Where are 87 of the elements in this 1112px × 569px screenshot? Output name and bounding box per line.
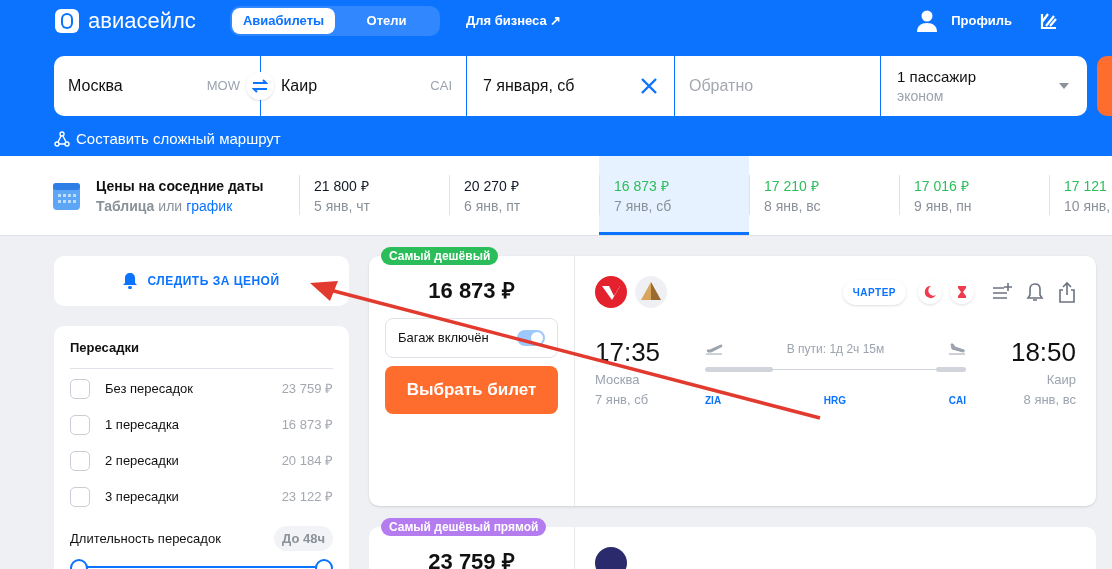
chart-link[interactable]: график: [186, 195, 233, 216]
stop-option: Без пересадок: [105, 378, 193, 399]
separator-text: или: [158, 196, 183, 216]
share-icon[interactable]: [1058, 281, 1076, 303]
date-label: 5 янв, чт: [314, 196, 371, 216]
complex-route-link[interactable]: Составить сложный маршрут: [76, 128, 281, 151]
option-price: 23 759 ₽: [281, 379, 333, 398]
scribble-icon[interactable]: [1040, 12, 1058, 30]
calendar-icon: [53, 181, 80, 210]
business-link[interactable]: Для бизнеса ↗: [466, 11, 562, 31]
date-price-cell[interactable]: 17 121 10 янв,: [1049, 156, 1112, 235]
ticket-price: 16 873 ₽: [427, 277, 516, 305]
date-price: 16 873 ₽: [614, 176, 670, 196]
airport-code: CAI: [430, 77, 452, 96]
date-label: 7 янв, сб: [614, 196, 673, 216]
ticket-price: 23 759 ₽: [427, 548, 516, 569]
ticket-badge: Самый дешёвый прямой: [381, 518, 547, 536]
date-price: 17 016 ₽: [914, 176, 970, 196]
stop-option: 2 пересадки: [105, 450, 179, 471]
departure-date: 7 янв, сб: [595, 390, 650, 409]
arrival-time: 18:50: [1010, 336, 1076, 368]
filter-title: Пересадки: [70, 338, 333, 369]
airport-code: CAI: [948, 394, 966, 408]
takeoff-icon: [705, 343, 723, 355]
stop-option: 1 пересадка: [105, 414, 180, 435]
date-label: 8 янв, вс: [764, 196, 822, 216]
date-field[interactable]: 7 января, сб: [467, 56, 674, 116]
checkbox[interactable]: [70, 414, 90, 435]
date-price: 20 270 ₽: [464, 176, 520, 196]
duration-value: До 48ч: [274, 525, 333, 552]
passengers-field[interactable]: 1 пассажир эконом: [881, 56, 1087, 116]
pyramid-logo-icon: [635, 276, 667, 308]
airport-code: MOW: [206, 77, 240, 96]
date-label: 6 янв, пт: [464, 196, 522, 216]
stop-option: 3 пересадки: [105, 486, 179, 507]
option-price: 16 873 ₽: [281, 415, 333, 434]
airport-code: ZIA: [705, 394, 722, 408]
bell-icon[interactable]: [1026, 282, 1044, 302]
option-price: 20 184 ₽: [281, 451, 333, 470]
date-price-cell[interactable]: 21 800 ₽ 5 янв, чт: [299, 156, 449, 235]
bell-icon: [123, 273, 138, 289]
date-label: 10 янв,: [1064, 196, 1112, 216]
airport-code: HRG: [823, 394, 847, 408]
dropdown-caret-icon: [1059, 83, 1069, 89]
nav-tab[interactable]: Авиабилеты: [232, 8, 335, 34]
ticket-badge: Самый дешёвый: [381, 247, 499, 265]
section-title: Цены на соседние даты: [96, 176, 264, 196]
option-price: 23 122 ₽: [281, 487, 333, 506]
departure-city: Москва: [595, 371, 641, 389]
date-price-cell[interactable]: 17 016 ₽ 9 янв, пн: [899, 156, 1049, 235]
date-price: 17 210 ₽: [764, 176, 820, 196]
airline-logo-icon: [595, 276, 627, 308]
user-icon[interactable]: [917, 10, 938, 32]
checkbox[interactable]: [70, 450, 90, 471]
arrival-city: Каир: [1046, 371, 1076, 389]
route-icon: [54, 131, 70, 148]
follow-price-button[interactable]: СЛЕДИТЬ ЗА ЦЕНОЙ: [54, 256, 349, 306]
origin-field[interactable]: Москва MOW: [54, 56, 260, 116]
logo-text: авиасейлс: [88, 10, 196, 32]
close-icon[interactable]: [640, 77, 658, 95]
logo-icon[interactable]: [54, 8, 80, 34]
destination-field[interactable]: Каир CAI: [261, 56, 466, 116]
checkbox[interactable]: [70, 378, 90, 399]
landing-icon: [948, 343, 966, 355]
date-price: 17 121: [1064, 176, 1108, 196]
date-price-cell[interactable]: 17 210 ₽ 8 янв, вс: [749, 156, 899, 235]
nav-tab[interactable]: Отели: [335, 8, 438, 34]
date-label: 9 янв, пн: [914, 196, 973, 216]
table-link[interactable]: Таблица: [96, 195, 155, 216]
charter-tag: ЧАРТЕР: [842, 279, 906, 305]
hourglass-icon: [950, 280, 974, 304]
compare-list-icon[interactable]: [992, 282, 1012, 302]
return-date-field[interactable]: Обратно: [675, 56, 880, 116]
swap-icon: [252, 79, 268, 93]
select-ticket-button[interactable]: Выбрать билет: [385, 366, 558, 414]
moon-icon: [918, 280, 942, 304]
date-price-cell[interactable]: 20 270 ₽ 6 янв, пт: [449, 156, 599, 235]
arrival-date: 8 янв, вс: [1023, 390, 1076, 409]
departure-time: 17:35: [595, 336, 662, 368]
date-price-cell[interactable]: 16 873 ₽ 7 янв, сб: [599, 156, 749, 235]
duration-label: Длительность пересадок: [70, 529, 221, 548]
travel-duration: В пути: 1д 2ч 15м: [785, 341, 886, 358]
baggage-toggle[interactable]: Багаж включён: [385, 318, 558, 358]
profile-link[interactable]: Профиль: [951, 11, 1012, 31]
date-price: 21 800 ₽: [314, 176, 370, 196]
checkbox[interactable]: [70, 486, 90, 507]
cabin-class: эконом: [897, 87, 945, 105]
